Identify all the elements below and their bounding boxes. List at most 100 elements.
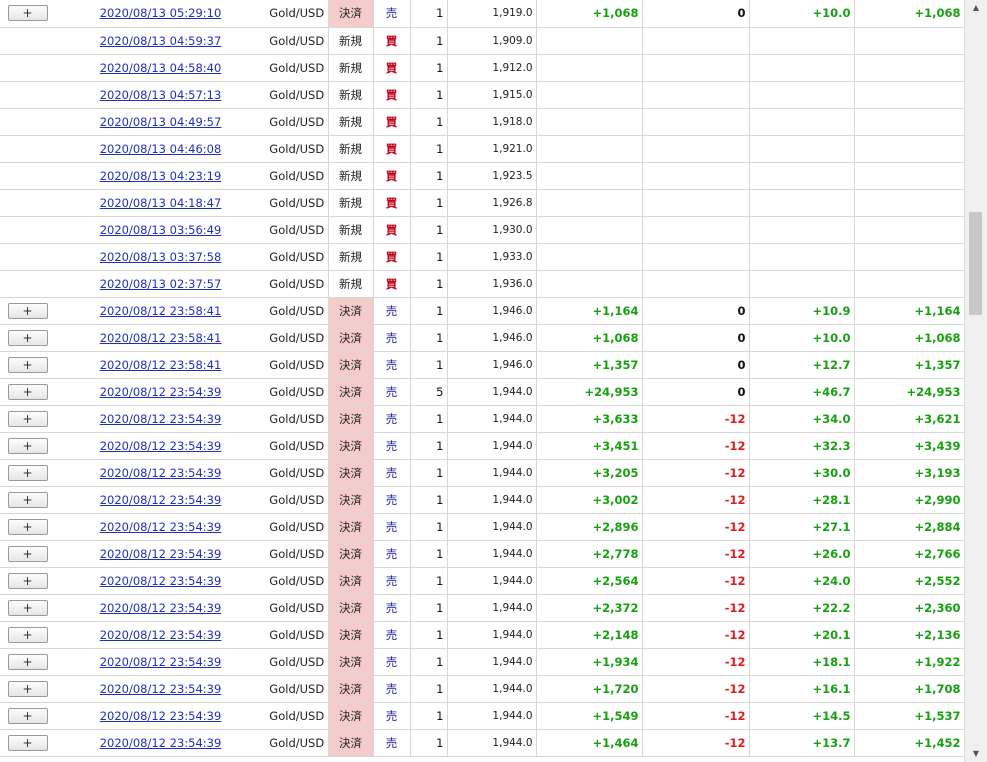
trade-time-link[interactable]: 2020/08/13 04:58:40 [100, 61, 222, 75]
trade-time-link[interactable]: 2020/08/12 23:54:39 [100, 655, 222, 669]
expand-button[interactable]: + [7, 545, 48, 562]
scroll-down-arrow-icon[interactable]: ▼ [965, 746, 987, 762]
quantity-cell: 1 [410, 648, 448, 676]
swap-cell [642, 243, 750, 271]
trade-time-link[interactable]: 2020/08/12 23:54:39 [100, 439, 222, 453]
swap-cell: -12 [642, 459, 750, 487]
trade-time-link[interactable]: 2020/08/12 23:54:39 [100, 493, 222, 507]
trade-time-link[interactable]: 2020/08/12 23:54:39 [100, 709, 222, 723]
quantity-cell: 1 [410, 324, 448, 352]
side-cell: 売 [373, 540, 411, 568]
expand-button[interactable]: + [7, 410, 48, 427]
expand-cell: + [0, 702, 55, 730]
table-row: 2020/08/13 04:18:47 Gold/USD 新規買 1 1,926.8 [0, 189, 965, 217]
trade-time-link[interactable]: 2020/08/13 04:57:13 [100, 88, 222, 102]
total-cell: +2,360 [854, 594, 965, 622]
trade-time-link[interactable]: 2020/08/12 23:58:41 [100, 331, 222, 345]
trade-time-link[interactable]: 2020/08/12 23:54:39 [100, 547, 222, 561]
side-cell: 売 [373, 351, 411, 379]
trade-time-link[interactable]: 2020/08/13 02:37:57 [100, 277, 222, 291]
expand-button[interactable]: + [7, 518, 48, 535]
side-cell: 買 [373, 270, 411, 298]
trade-time-link[interactable]: 2020/08/13 04:59:37 [100, 34, 222, 48]
expand-button[interactable]: + [7, 680, 48, 697]
expand-button[interactable]: + [7, 626, 48, 643]
side-cell: 買 [373, 54, 411, 82]
total-cell [854, 270, 965, 298]
profit-loss-cell: +1,720 [536, 675, 643, 703]
side-cell: 売 [373, 378, 411, 406]
expand-button[interactable]: + [7, 302, 48, 319]
side-cell: 売 [373, 729, 411, 757]
order-kind-cell: 新規 [328, 27, 374, 55]
time-cell: 2020/08/12 23:58:41 [55, 297, 266, 325]
trade-time-link[interactable]: 2020/08/12 23:54:39 [100, 601, 222, 615]
expand-button[interactable]: + [7, 491, 48, 508]
price-cell: 1,944.0 [447, 378, 537, 406]
trade-time-link[interactable]: 2020/08/13 03:37:58 [100, 250, 222, 264]
expand-cell [0, 135, 55, 163]
expand-button[interactable]: + [7, 707, 48, 724]
profit-loss-cell: +24,953 [536, 378, 643, 406]
trade-time-link[interactable]: 2020/08/12 23:54:39 [100, 628, 222, 642]
profit-loss-cell: +1,068 [536, 324, 643, 352]
swap-cell [642, 108, 750, 136]
table-row: +2020/08/12 23:54:39 Gold/USD 決済売 1 1,944.0 +… [0, 648, 965, 676]
side-label: 買 [385, 195, 398, 210]
expand-button[interactable]: + [7, 464, 48, 481]
pips-cell: +13.7 [749, 729, 855, 757]
table-row: 2020/08/13 03:56:49 Gold/USD 新規買 1 1,930.0 [0, 216, 965, 244]
profit-loss-cell: +1,164 [536, 297, 643, 325]
time-cell: 2020/08/12 23:54:39 [55, 486, 266, 514]
expand-button[interactable]: + [7, 572, 48, 589]
trade-time-link[interactable]: 2020/08/12 23:54:39 [100, 736, 222, 750]
symbol-cell: Gold/USD [266, 189, 329, 217]
side-label: 売 [385, 303, 398, 318]
side-cell: 買 [373, 81, 411, 109]
time-cell: 2020/08/12 23:58:41 [55, 324, 266, 352]
expand-button[interactable]: + [7, 653, 48, 670]
side-cell: 売 [373, 675, 411, 703]
quantity-cell: 1 [410, 540, 448, 568]
trade-time-link[interactable]: 2020/08/13 05:29:10 [100, 6, 222, 20]
expand-button[interactable]: + [7, 599, 48, 616]
total-cell: +24,953 [854, 378, 965, 406]
symbol-cell: Gold/USD [266, 216, 329, 244]
pips-cell: +12.7 [749, 351, 855, 379]
expand-button[interactable]: + [7, 329, 48, 346]
scrollbar-thumb[interactable] [969, 212, 982, 315]
pips-cell: +26.0 [749, 540, 855, 568]
time-cell: 2020/08/12 23:54:39 [55, 567, 266, 595]
trade-time-link[interactable]: 2020/08/12 23:54:39 [100, 385, 222, 399]
scroll-up-arrow-icon[interactable]: ▲ [965, 0, 987, 16]
trade-time-link[interactable]: 2020/08/13 04:49:57 [100, 115, 222, 129]
profit-loss-cell: +1,464 [536, 729, 643, 757]
trade-time-link[interactable]: 2020/08/12 23:58:41 [100, 358, 222, 372]
expand-button[interactable]: + [7, 383, 48, 400]
trade-time-link[interactable]: 2020/08/13 04:23:19 [100, 169, 222, 183]
trade-time-link[interactable]: 2020/08/13 03:56:49 [100, 223, 222, 237]
trade-time-link[interactable]: 2020/08/12 23:54:39 [100, 412, 222, 426]
swap-cell: -12 [642, 513, 750, 541]
expand-button[interactable]: + [7, 437, 48, 454]
table-row: +2020/08/12 23:54:39 Gold/USD 決済売 5 1,944.0 +… [0, 378, 965, 406]
expand-cell: + [0, 594, 55, 622]
trade-time-link[interactable]: 2020/08/12 23:54:39 [100, 574, 222, 588]
expand-cell [0, 54, 55, 82]
trade-time-link[interactable]: 2020/08/12 23:58:41 [100, 304, 222, 318]
quantity-cell: 1 [410, 702, 448, 730]
expand-button[interactable]: + [7, 356, 48, 373]
vertical-scrollbar[interactable]: ▲ ▼ [964, 0, 987, 762]
trade-time-link[interactable]: 2020/08/12 23:54:39 [100, 466, 222, 480]
trade-time-link[interactable]: 2020/08/12 23:54:39 [100, 520, 222, 534]
order-kind-cell: 決済 [328, 378, 374, 406]
expand-button[interactable]: + [7, 734, 48, 751]
price-cell: 1,923.5 [447, 162, 537, 190]
expand-button[interactable]: + [7, 5, 48, 22]
trade-time-link[interactable]: 2020/08/13 04:18:47 [100, 196, 222, 210]
table-row: +2020/08/12 23:54:39 Gold/USD 決済売 1 1,944.0 +… [0, 540, 965, 568]
trade-time-link[interactable]: 2020/08/13 04:46:08 [100, 142, 222, 156]
symbol-cell: Gold/USD [266, 513, 329, 541]
price-cell: 1,944.0 [447, 513, 537, 541]
trade-time-link[interactable]: 2020/08/12 23:54:39 [100, 682, 222, 696]
